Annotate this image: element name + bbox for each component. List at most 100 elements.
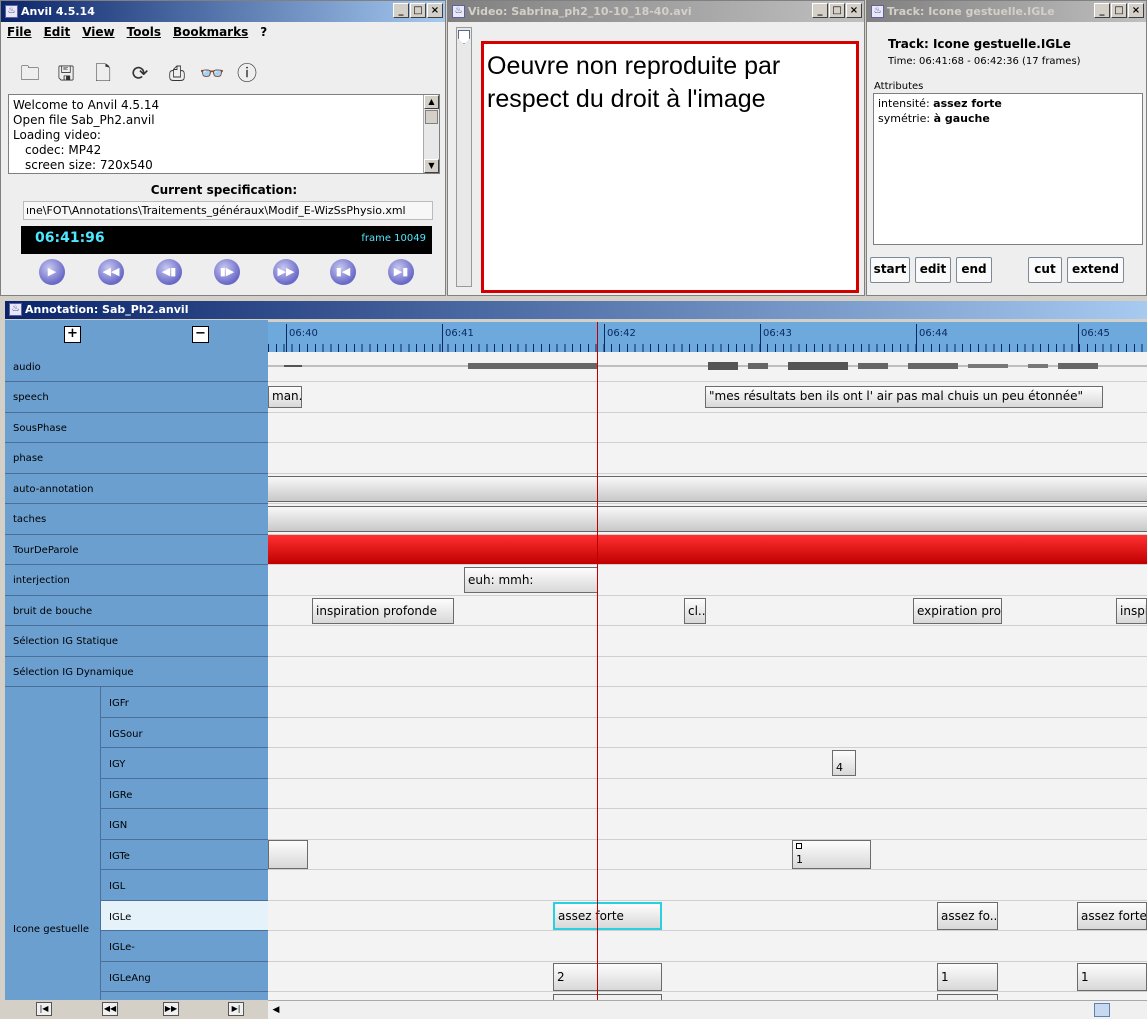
annotation-element[interactable]: 2 bbox=[553, 963, 662, 991]
annotation-bar[interactable] bbox=[268, 535, 1147, 564]
track-label-bruit-de-bouche[interactable]: bruit de bouche bbox=[5, 596, 268, 626]
slider-thumb[interactable] bbox=[458, 30, 470, 44]
nav-first-button[interactable]: |◀ bbox=[36, 1002, 52, 1016]
annotation-bar[interactable] bbox=[268, 506, 1147, 532]
track-label-audio[interactable]: audio bbox=[5, 352, 268, 382]
track-row-sousphase[interactable] bbox=[268, 413, 1147, 443]
track-label-taches[interactable]: taches bbox=[5, 504, 268, 535]
playhead-line[interactable] bbox=[597, 322, 598, 1000]
track-row-igle[interactable]: assez forte assez fo.. assez forte bbox=[268, 901, 1147, 931]
menu-file[interactable]: File bbox=[7, 25, 32, 39]
menu-edit[interactable]: Edit bbox=[44, 25, 71, 39]
track-label-tourdeparole[interactable]: TourDeParole bbox=[5, 535, 268, 565]
annotation-element[interactable]: assez fo.. bbox=[937, 902, 998, 930]
video-titlebar[interactable]: ♨ Video: Sabrina_ph2_10-10_18-40.avi _ □… bbox=[448, 1, 864, 22]
track-row-igle-minus[interactable] bbox=[268, 931, 1147, 962]
track-label-interjection[interactable]: interjection bbox=[5, 565, 268, 596]
maximize-button[interactable]: □ bbox=[1111, 3, 1127, 18]
binoculars-icon[interactable]: 👓 bbox=[199, 60, 225, 86]
annotation-element[interactable]: assez forte bbox=[1077, 902, 1147, 930]
subtrack-label-igsour[interactable]: IGSour bbox=[101, 718, 268, 748]
play-button[interactable]: ▶ bbox=[39, 259, 65, 285]
annotation-element[interactable]: 1 bbox=[937, 963, 998, 991]
track-row-igleang[interactable]: 2 1 1 bbox=[268, 962, 1147, 992]
minimize-button[interactable]: _ bbox=[812, 3, 828, 18]
scroll-left-icon[interactable]: ◀ bbox=[270, 1004, 282, 1016]
maximize-button[interactable]: □ bbox=[829, 3, 845, 18]
track-row-audio[interactable] bbox=[268, 352, 1147, 382]
annotation-element[interactable]: cl.. bbox=[684, 598, 706, 624]
end-button[interactable]: end bbox=[956, 257, 992, 283]
track-label-sousphase[interactable]: SousPhase bbox=[5, 413, 268, 443]
maximize-button[interactable]: □ bbox=[410, 3, 426, 18]
go-end-button[interactable]: ▶▮ bbox=[388, 259, 414, 285]
track-row-igte[interactable]: 1 bbox=[268, 840, 1147, 870]
menu-tools[interactable]: Tools bbox=[127, 25, 161, 39]
track-titlebar[interactable]: ♨ Track: Icone gestuelle.IGLe _ □ × bbox=[867, 1, 1146, 22]
track-row-phase[interactable] bbox=[268, 443, 1147, 474]
track-row-auto-annotation[interactable] bbox=[268, 474, 1147, 504]
info-icon[interactable]: ⓘ bbox=[234, 60, 260, 86]
annotation-bar[interactable] bbox=[268, 476, 1147, 502]
expand-all-button[interactable]: + bbox=[64, 326, 81, 343]
go-start-button[interactable]: ▮◀ bbox=[330, 259, 356, 285]
subtrack-label-igte[interactable]: IGTe bbox=[101, 840, 268, 870]
scroll-thumb[interactable] bbox=[425, 110, 438, 124]
nav-next-button[interactable]: ▶▶ bbox=[163, 1002, 179, 1016]
track-row-tourdeparole[interactable] bbox=[268, 535, 1147, 565]
track-label-selection-ig-statique[interactable]: Sélection IG Statique bbox=[5, 626, 268, 657]
subtrack-label-igl[interactable]: IGL bbox=[101, 870, 268, 901]
minimize-button[interactable]: _ bbox=[393, 3, 409, 18]
annotation-element[interactable]: man.. bbox=[268, 386, 302, 408]
annotation-element-selected[interactable]: assez forte bbox=[553, 902, 662, 930]
nav-prev-button[interactable]: ◀◀ bbox=[102, 1002, 118, 1016]
menu-bookmarks[interactable]: Bookmarks bbox=[173, 25, 248, 39]
track-label-speech[interactable]: speech bbox=[5, 382, 268, 413]
track-row-igy[interactable]: 4 bbox=[268, 748, 1147, 779]
track-row-interjection[interactable]: euh: mmh: bbox=[268, 565, 1147, 596]
track-label-phase[interactable]: phase bbox=[5, 443, 268, 474]
open-folder-icon[interactable]: 🗀 bbox=[17, 60, 43, 86]
attribute-row[interactable]: intensité: assez forte bbox=[878, 96, 1138, 111]
minimize-button[interactable]: _ bbox=[1094, 3, 1110, 18]
nav-last-button[interactable]: ▶| bbox=[228, 1002, 244, 1016]
log-scrollbar[interactable]: ▲ ▼ bbox=[423, 95, 439, 173]
collapse-all-button[interactable]: − bbox=[192, 326, 209, 343]
anvil-titlebar[interactable]: ♨ Anvil 4.5.14 _ □ × bbox=[1, 1, 445, 22]
new-document-icon[interactable]: 🗋 bbox=[90, 60, 116, 86]
step-back-button[interactable]: ◀▮ bbox=[156, 259, 182, 285]
timeline-ruler[interactable]: 06:40 06:41 06:42 06:43 06:44 06:45 bbox=[268, 322, 1147, 352]
annotation-element[interactable]: inspiration profonde bbox=[312, 598, 454, 624]
menu-view[interactable]: View bbox=[82, 25, 114, 39]
track-row-taches[interactable] bbox=[268, 504, 1147, 535]
track-row-igl[interactable] bbox=[268, 870, 1147, 901]
track-row-igre[interactable] bbox=[268, 779, 1147, 809]
step-forward-button[interactable]: ▮▶ bbox=[214, 259, 240, 285]
refresh-icon[interactable]: ⟳ bbox=[127, 60, 153, 86]
attributes-list[interactable]: intensité: assez forte symétrie: à gauch… bbox=[873, 93, 1143, 245]
track-row-bruit-de-bouche[interactable]: inspiration profonde cl.. expiration pro… bbox=[268, 596, 1147, 626]
annotation-titlebar[interactable]: ♨ Annotation: Sab_Ph2.anvil bbox=[5, 301, 1147, 319]
close-button[interactable]: × bbox=[1128, 3, 1144, 18]
annotation-element[interactable]: 1 bbox=[792, 840, 871, 869]
track-row-selection-ig-dynamique[interactable] bbox=[268, 657, 1147, 687]
attribute-row[interactable]: symétrie: à gauche bbox=[878, 111, 1138, 126]
track-label-auto-annotation[interactable]: auto-annotation bbox=[5, 474, 268, 504]
scroll-up-icon[interactable]: ▲ bbox=[424, 95, 439, 109]
scroll-down-icon[interactable]: ▼ bbox=[424, 159, 439, 173]
subtrack-label-igre[interactable]: IGRe bbox=[101, 779, 268, 809]
subtrack-label-ign[interactable]: IGN bbox=[101, 809, 268, 840]
annotation-element[interactable]: expiration pro.. bbox=[913, 598, 1002, 624]
cut-button[interactable]: cut bbox=[1028, 257, 1062, 283]
subtrack-label-igle-minus[interactable]: IGLe- bbox=[101, 931, 268, 962]
horizontal-scrollbar[interactable]: ◀ bbox=[268, 1000, 1147, 1019]
edit-button[interactable]: edit bbox=[915, 257, 951, 283]
close-button[interactable]: × bbox=[427, 3, 443, 18]
annotation-element[interactable] bbox=[268, 840, 308, 869]
annotation-element[interactable]: 4 bbox=[832, 750, 856, 776]
fast-forward-button[interactable]: ▶▶ bbox=[273, 259, 299, 285]
subtrack-label-igle[interactable]: IGLe bbox=[101, 901, 268, 931]
close-button[interactable]: × bbox=[846, 3, 862, 18]
track-group-icone-gestuelle[interactable]: Icone gestuelle bbox=[5, 687, 101, 1000]
annotation-element[interactable]: 1 bbox=[1077, 963, 1147, 991]
